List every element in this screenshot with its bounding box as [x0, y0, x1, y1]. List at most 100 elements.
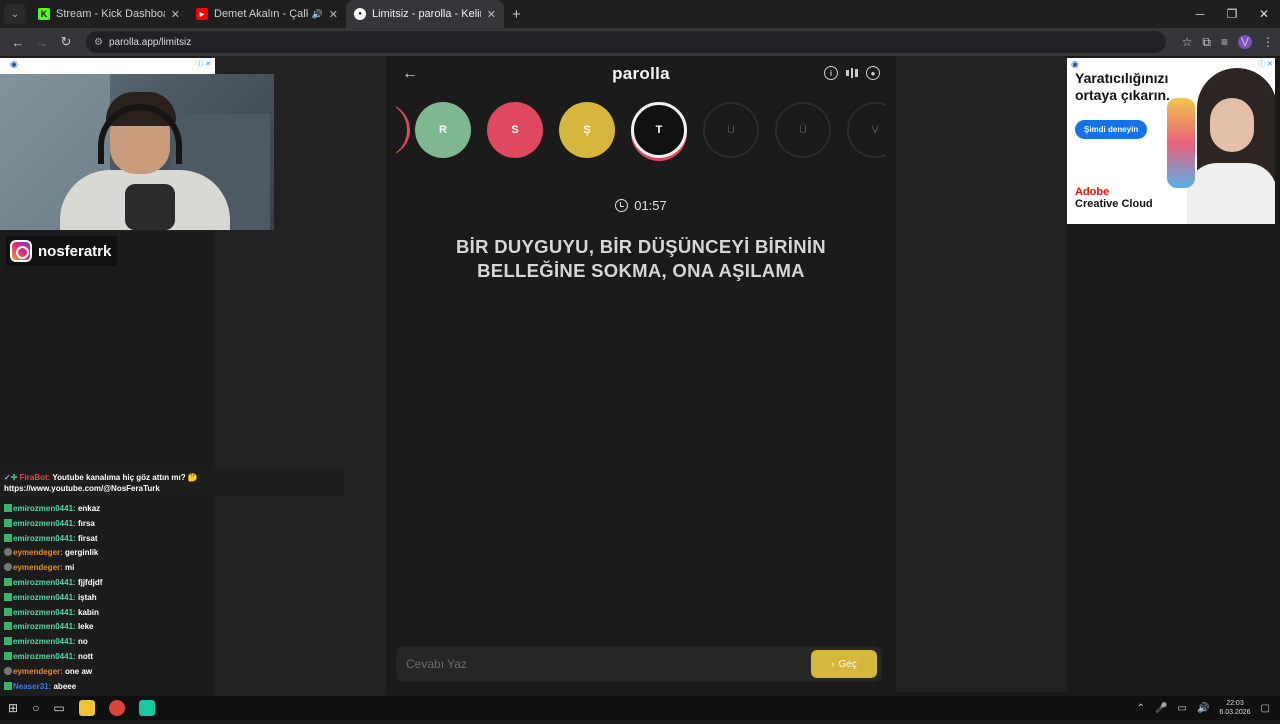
chat-text: gerginlik [65, 548, 99, 558]
info-icon[interactable]: i [824, 66, 838, 80]
letter-carousel: RSŞTUÜV [396, 92, 886, 172]
reload-icon[interactable]: ↻ [54, 34, 78, 50]
chat-username[interactable]: emirozmen0441: [13, 519, 76, 528]
streamer-webcam [0, 74, 274, 230]
ad-choices-icon[interactable]: ◉ [1071, 59, 1079, 70]
letter-circle: Ü [775, 102, 831, 158]
adobe-ad[interactable]: ◉ ⓘ ✕ Yaratıcılığınızı ortaya çıkarın. Ş… [1067, 58, 1275, 224]
app-logo[interactable]: parolla [612, 64, 670, 84]
extensions-icon[interactable]: ⧉ [1202, 35, 1211, 50]
minimize-icon[interactable]: ─ [1184, 0, 1216, 28]
instagram-badge: nosferatrk [6, 236, 118, 266]
ad-info-icon[interactable]: ⓘ ✕ [1258, 59, 1273, 69]
letter-circle-partial [396, 102, 410, 158]
chat-message: eymendeger: mi [0, 561, 345, 576]
close-tab-icon[interactable]: ✕ [171, 8, 180, 21]
chat-username[interactable]: Neaser31: [13, 682, 51, 691]
url-field[interactable]: ⚙ parolla.app/limitsiz [86, 31, 1166, 53]
window-controls: ─ ❐ ✕ [1184, 0, 1280, 28]
close-tab-icon[interactable]: ✕ [329, 8, 338, 21]
ad-cta-button[interactable]: Şimdi deneyin [1075, 120, 1148, 139]
chat-username[interactable]: eymendeger: [13, 667, 63, 676]
chat-badge-icon [4, 548, 12, 557]
chat-badge-icon [4, 607, 12, 616]
chat-username: FiraBot: [19, 473, 51, 482]
chat-text: kabin [77, 607, 99, 617]
chat-text: mi [65, 563, 75, 573]
chat-username[interactable]: eymendeger: [13, 548, 63, 557]
new-tab-button[interactable]: + [512, 6, 521, 23]
letter-circle: U [703, 102, 759, 158]
chat-badge-icon [4, 651, 12, 660]
close-window-icon[interactable]: ✕ [1248, 0, 1280, 28]
microphone-icon[interactable]: 🎤 [1155, 703, 1167, 714]
user-icon[interactable]: ● [866, 66, 880, 80]
audio-playing-icon[interactable]: 🔊 [312, 9, 323, 20]
chat-username[interactable]: emirozmen0441: [13, 593, 76, 602]
stream-chat: ✓✚ FiraBot: Youtube kanalıma hiç göz att… [0, 456, 345, 720]
taskbar-clock[interactable]: 22:03 6.03.2026 [1219, 699, 1250, 717]
chat-username[interactable]: emirozmen0441: [13, 504, 76, 513]
task-view-icon[interactable]: ▭ [53, 701, 64, 715]
tab-parolla[interactable]: ● Limitsiz - parolla - Kelime o ✕ [346, 0, 504, 28]
back-arrow-icon[interactable]: ← [402, 65, 418, 83]
chat-badge-icon [4, 666, 12, 675]
restore-icon[interactable]: ❐ [1216, 0, 1248, 28]
address-bar-row: ← → ↻ ⚙ parolla.app/limitsiz ☆ ⧉ ≡ V ⋮ [0, 28, 1280, 56]
close-tab-icon[interactable]: ✕ [487, 8, 496, 21]
chat-message: eymendeger: one aw [0, 665, 345, 680]
bookmark-star-icon[interactable]: ☆ [1182, 35, 1193, 49]
chat-username[interactable]: emirozmen0441: [13, 534, 76, 543]
back-icon[interactable]: ← [6, 35, 30, 50]
chat-message: emirozmen0441: iştah [0, 591, 345, 606]
answer-input[interactable] [396, 646, 811, 682]
letter-circle: T [631, 102, 687, 158]
pass-label: Geç [838, 658, 857, 670]
chat-text: one aw [65, 666, 93, 676]
chrome-icon[interactable] [108, 700, 125, 716]
app-icon[interactable] [138, 700, 155, 716]
profile-avatar[interactable]: V [1238, 35, 1252, 49]
chat-message: emirozmen0441: leke [0, 620, 345, 635]
file-explorer-icon[interactable] [78, 700, 95, 716]
answer-bar: › Geç [396, 646, 882, 682]
ad-info-icon[interactable]: ⓘ ✕ [196, 59, 211, 69]
notifications-icon[interactable]: ▢ [1261, 703, 1270, 714]
chat-message-list: emirozmen0441: enkaz emirozmen0441: fırsa… [0, 502, 345, 724]
ad-choices-icon[interactable]: ◉ [10, 59, 18, 70]
chat-username[interactable]: emirozmen0441: [13, 578, 76, 587]
tab-title: Limitsiz - parolla - Kelime o [372, 8, 481, 20]
site-info-icon[interactable]: ⚙ [94, 37, 103, 48]
forward-icon[interactable]: → [30, 35, 54, 50]
volume-icon[interactable]: 🔊 [1197, 703, 1209, 714]
chat-username[interactable]: emirozmen0441: [13, 652, 76, 661]
tray-chevron-icon[interactable]: ⌃ [1137, 703, 1145, 714]
chat-badge-icon [4, 518, 12, 527]
media-controls-icon[interactable]: ≡ [1221, 35, 1228, 49]
tab-kick-dashboard[interactable]: K Stream - Kick Dashboard ✕ [30, 0, 188, 28]
stats-icon[interactable] [845, 66, 859, 80]
letter-circle: V [847, 102, 886, 158]
tab-youtube[interactable]: ▶ Demet Akalın - Çalkala - Yo 🔊 ✕ [188, 0, 346, 28]
chat-username[interactable]: emirozmen0441: [13, 622, 76, 631]
chat-username[interactable]: emirozmen0441: [13, 637, 76, 646]
taskbar-apps: ⊞ ○ ▭ [8, 696, 155, 720]
system-tray: ⌃ 🎤 ▭ 🔊 22:03 6.03.2026 ▢ [1137, 696, 1270, 720]
clock-icon [615, 199, 629, 212]
chat-text: nott [77, 651, 94, 661]
chat-text: iştah [77, 592, 97, 602]
search-icon[interactable]: ○ [32, 701, 39, 715]
countdown-timer: 01:57 [386, 198, 896, 213]
ad-headline: Yaratıcılığınızı ortaya çıkarın. [1075, 70, 1170, 103]
chat-username[interactable]: eymendeger: [13, 563, 63, 572]
pass-button[interactable]: › Geç [811, 650, 877, 678]
menu-kebab-icon[interactable]: ⋮ [1262, 35, 1274, 49]
windows-start-icon[interactable]: ⊞ [8, 701, 18, 715]
tab-search-icon[interactable]: ⌄ [4, 4, 26, 24]
tab-title: Stream - Kick Dashboard [56, 8, 165, 20]
network-icon[interactable]: ▭ [1177, 703, 1186, 714]
parolla-favicon-icon: ● [354, 8, 366, 20]
chat-link: https://www.youtube.com/@NosFeraTurk [4, 484, 160, 493]
instagram-handle: nosferatrk [38, 242, 112, 260]
chat-username[interactable]: emirozmen0441: [13, 608, 76, 617]
